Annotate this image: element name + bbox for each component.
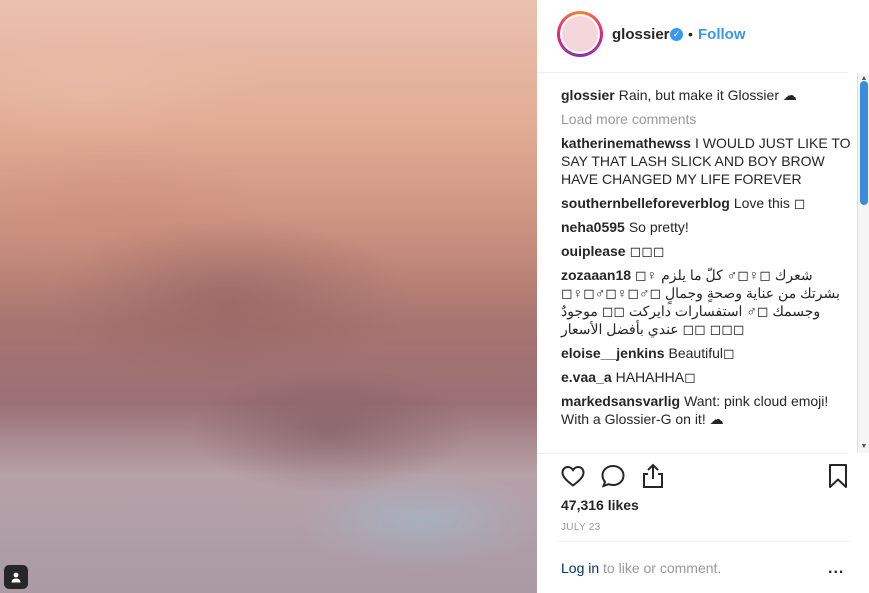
bookmark-icon[interactable] — [824, 462, 852, 490]
comment-item: katherinemathewss I WOULD JUST LIKE TO SA… — [561, 134, 851, 188]
comment-item: zozaaan18 ◻♀ شعرك ◻♀◻♂ كلّ ما يلزم بشرتك … — [561, 266, 851, 338]
comment-icon[interactable] — [599, 462, 627, 490]
comment-item: e.vaa_a HAHAHHA◻ — [561, 368, 851, 386]
comment-item: southernbelleforeverblog Love this ◻ — [561, 194, 851, 212]
comment-text: HAHAHHA◻ — [615, 369, 696, 385]
comment-item: eloise__jenkins Beautiful◻ — [561, 344, 851, 362]
post-date[interactable]: JULY 23 — [561, 522, 601, 533]
post-header: glossier ✓ • Follow — [537, 0, 869, 72]
verified-badge-icon: ✓ — [670, 28, 683, 41]
comment-text: Beautiful◻ — [668, 345, 735, 361]
comment-item: glossier Rain, but make it Glossier ☁ — [561, 86, 851, 104]
avatar[interactable] — [557, 11, 603, 57]
comment-username[interactable]: eloise__jenkins — [561, 345, 665, 361]
comments-divider — [537, 453, 848, 454]
scrollbar-thumb[interactable] — [860, 81, 868, 205]
action-bar — [559, 462, 849, 490]
scroll-down-arrow-icon[interactable]: ▼ — [858, 441, 869, 453]
comment-username[interactable]: southernbelleforeverblog — [561, 195, 730, 211]
post-photo — [0, 0, 537, 593]
login-prompt: Log in to like or comment. — [561, 560, 721, 576]
heart-icon[interactable] — [559, 462, 587, 490]
comment-text: ◻◻◻ — [629, 243, 665, 259]
comments-scrollbar[interactable]: ▲ ▼ — [857, 73, 869, 453]
follow-button[interactable]: Follow — [698, 26, 746, 43]
comments-list: glossier Rain, but make it Glossier ☁ Loa… — [561, 86, 851, 434]
comment-item: neha0595 So pretty! — [561, 218, 851, 236]
comment-text: Rain, but make it Glossier ☁ — [618, 87, 797, 103]
comment-username[interactable]: glossier — [561, 87, 615, 103]
comment-username[interactable]: neha0595 — [561, 219, 625, 235]
share-icon[interactable] — [639, 462, 667, 490]
comment-username[interactable]: katherinemathewss — [561, 135, 691, 151]
comment-item: ouiplease ◻◻◻ — [561, 242, 851, 260]
header-separator: • — [688, 26, 693, 42]
likes-count[interactable]: 47,316 likes — [561, 497, 639, 513]
header-divider — [537, 72, 848, 73]
comment-username[interactable]: ouiplease — [561, 243, 626, 259]
comment-username[interactable]: markedsansvarlig — [561, 393, 680, 409]
comment-text: Love this ◻ — [733, 195, 806, 211]
comment-text: So pretty! — [628, 219, 689, 235]
comment-username[interactable]: zozaaan18 — [561, 267, 631, 283]
comment-item: markedsansvarlig Want: pink cloud emoji! … — [561, 392, 851, 428]
comment-username[interactable]: e.vaa_a — [561, 369, 612, 385]
header-username[interactable]: glossier — [612, 26, 670, 43]
load-more-comments-button[interactable]: Load more comments — [561, 110, 851, 128]
user-tag-icon[interactable] — [4, 565, 28, 589]
more-options-icon[interactable]: ... — [828, 560, 844, 578]
footer-divider — [559, 541, 849, 542]
login-prompt-text: to like or comment. — [599, 560, 722, 576]
login-link[interactable]: Log in — [561, 560, 599, 576]
